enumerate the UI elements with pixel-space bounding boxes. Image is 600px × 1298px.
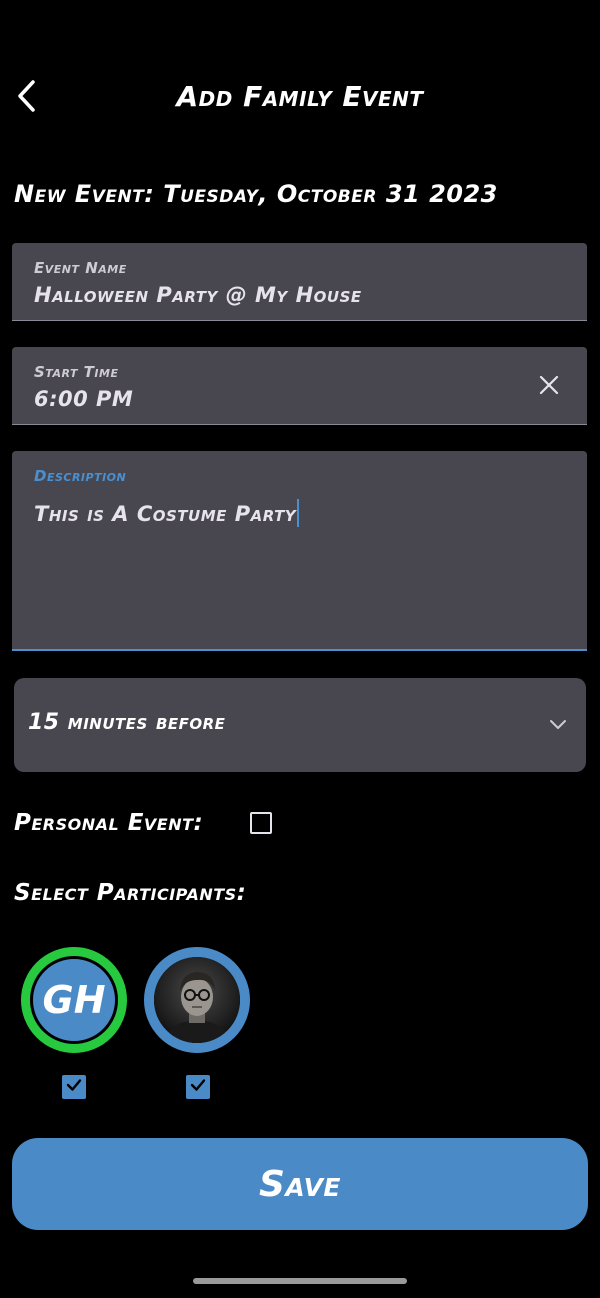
reminder-select[interactable]: 15 minutes before xyxy=(14,678,586,772)
profile-photo xyxy=(154,957,240,1043)
participant-avatar-photo[interactable] xyxy=(144,947,250,1053)
description-field[interactable]: Description This is A Costume Party xyxy=(12,451,587,651)
participant-checkbox-1[interactable] xyxy=(62,1075,86,1099)
save-button[interactable]: Save xyxy=(12,1138,588,1230)
personal-event-checkbox[interactable] xyxy=(250,812,272,834)
chevron-down-icon xyxy=(546,712,570,736)
participant-avatar-gh[interactable]: GH xyxy=(21,947,127,1053)
page-title: Add Family Event xyxy=(176,80,424,113)
event-date-heading: New Event: Tuesday, October 31 2023 xyxy=(14,180,498,208)
participant-checkbox-2[interactable] xyxy=(186,1075,210,1099)
personal-event-label: Personal Event: xyxy=(14,810,204,836)
text-caret xyxy=(297,499,300,527)
home-indicator[interactable] xyxy=(193,1278,407,1284)
start-time-field[interactable]: Start Time 6:00 PM xyxy=(12,347,587,425)
close-icon xyxy=(539,375,559,399)
start-time-value[interactable]: 6:00 PM xyxy=(34,387,133,411)
select-participants-label: Select Participants: xyxy=(14,880,247,906)
avatar-initials: GH xyxy=(30,956,118,1044)
check-icon xyxy=(65,1076,83,1098)
start-time-label: Start Time xyxy=(34,363,119,381)
description-value[interactable]: This is A Costume Party xyxy=(34,499,300,527)
clear-start-time-button[interactable] xyxy=(533,371,565,403)
event-name-label: Event Name xyxy=(34,259,127,277)
event-name-field[interactable]: Event Name Halloween Party @ My House xyxy=(12,243,587,321)
check-icon xyxy=(189,1076,207,1098)
description-text: This is A Costume Party xyxy=(34,502,297,526)
reminder-selected-value: 15 minutes before xyxy=(28,710,226,735)
event-name-value[interactable]: Halloween Party @ My House xyxy=(34,283,362,307)
add-family-event-screen: Add Family Event New Event: Tuesday, Oct… xyxy=(0,0,600,1298)
description-label: Description xyxy=(34,467,127,485)
header: Add Family Event xyxy=(0,70,600,126)
